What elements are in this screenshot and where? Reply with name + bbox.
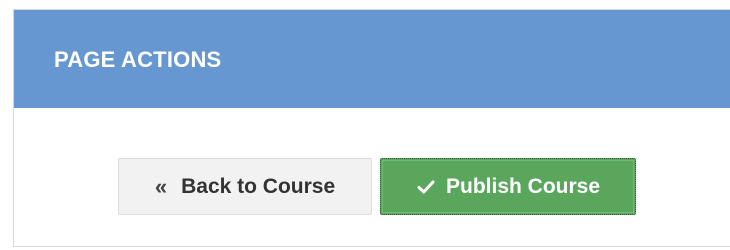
panel-header: PAGE ACTIONS: [14, 10, 730, 108]
back-to-course-button[interactable]: « Back to Course: [118, 158, 372, 215]
double-chevron-left-icon: «: [154, 173, 168, 199]
back-to-course-label: Back to Course: [181, 174, 336, 198]
publish-course-button[interactable]: Publish Course: [380, 158, 636, 215]
publish-course-label: Publish Course: [445, 174, 601, 198]
page-actions-panel: PAGE ACTIONS « Back to Course Publish Co…: [13, 9, 730, 247]
checkmark-icon: [416, 177, 436, 197]
panel-body: « Back to Course Publish Course: [14, 108, 730, 246]
panel-title: PAGE ACTIONS: [54, 47, 222, 72]
